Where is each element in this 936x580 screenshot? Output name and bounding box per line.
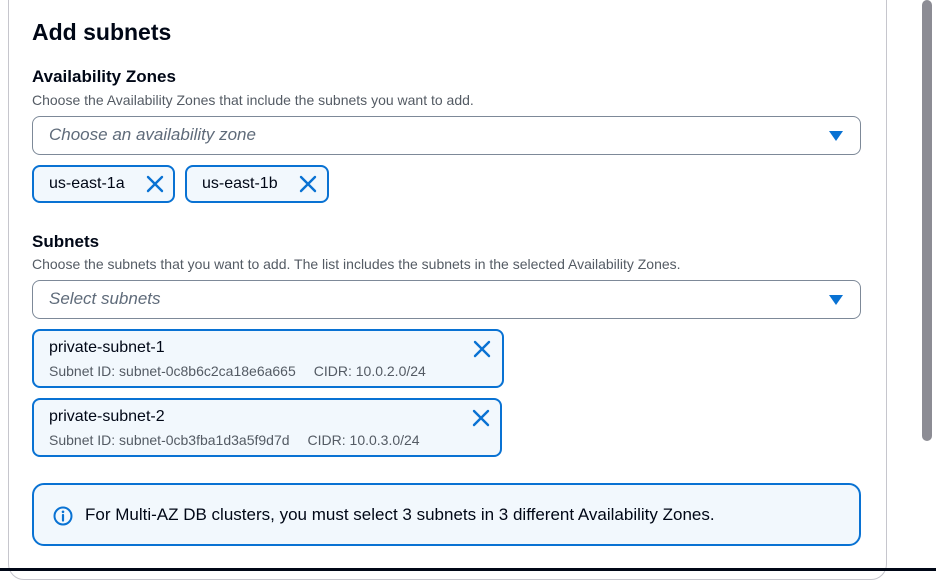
remove-subnet-private-subnet-2-icon[interactable]: [472, 409, 490, 427]
subnet-token-name: private-subnet-1: [49, 339, 165, 356]
subnets-select[interactable]: Select subnets: [32, 280, 861, 319]
subnet-token-private-subnet-2: private-subnet-2 Subnet ID: subnet-0cb3f…: [32, 398, 502, 457]
remove-az-us-east-1a-icon[interactable]: [146, 175, 164, 193]
remove-az-us-east-1b-icon[interactable]: [299, 175, 317, 193]
scrollbar-thumb[interactable]: [922, 0, 932, 441]
subnet-token-meta: Subnet ID: subnet-0c8b6c2ca18e6a665 CIDR:…: [49, 363, 426, 379]
availability-zone-select-placeholder: Choose an availability zone: [49, 125, 256, 144]
subnet-token-id: Subnet ID: subnet-0cb3fba1d3a5f9d7d: [49, 432, 290, 448]
subnets-select-placeholder: Select subnets: [49, 289, 161, 308]
subnet-token-id: Subnet ID: subnet-0c8b6c2ca18e6a665: [49, 363, 296, 379]
az-token-us-east-1a: us-east-1a: [32, 165, 175, 203]
subnet-token-name: private-subnet-2: [49, 408, 165, 425]
subnet-token-private-subnet-1: private-subnet-1 Subnet ID: subnet-0c8b6…: [32, 329, 504, 388]
caret-down-icon: [829, 295, 843, 305]
availability-zone-select[interactable]: Choose an availability zone: [32, 116, 861, 155]
multi-az-info-alert: For Multi-AZ DB clusters, you must selec…: [32, 483, 861, 546]
az-token-label: us-east-1b: [202, 175, 278, 192]
alert-message: For Multi-AZ DB clusters, you must selec…: [85, 505, 715, 524]
az-token-label: us-east-1a: [49, 175, 125, 192]
caret-down-icon: [829, 131, 843, 141]
availability-zones-label: Availability Zones: [32, 67, 176, 86]
remove-subnet-private-subnet-1-icon[interactable]: [473, 340, 491, 358]
info-icon: [53, 506, 73, 526]
subnet-token-cidr: CIDR: 10.0.3.0/24: [307, 432, 420, 448]
section-title: Add subnets: [32, 19, 172, 45]
subnets-label: Subnets: [32, 232, 100, 251]
subnet-token-meta: Subnet ID: subnet-0cb3fba1d3a5f9d7d CIDR:…: [49, 432, 420, 448]
az-token-us-east-1b: us-east-1b: [185, 165, 329, 203]
availability-zones-description: Choose the Availability Zones that inclu…: [32, 92, 474, 108]
subnets-description: Choose the subnets that you want to add.…: [32, 256, 681, 272]
subnet-token-cidr: CIDR: 10.0.2.0/24: [313, 363, 426, 379]
